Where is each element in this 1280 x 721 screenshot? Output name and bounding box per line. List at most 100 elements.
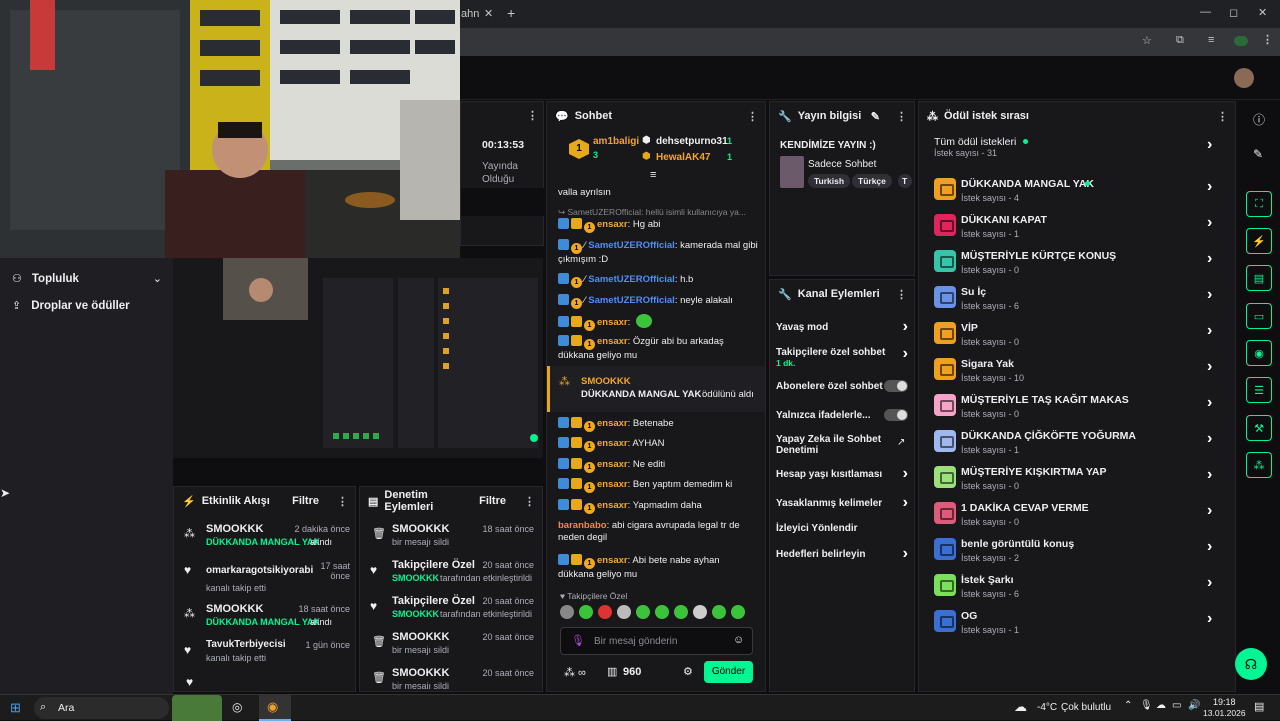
action-ai-moderation[interactable]: Yapay Zeka ile Sohbet Denetimi [776, 434, 888, 456]
reward-item[interactable]: MÜŞTERİYLE TAŞ KAĞIT MAKAS İstek sayısı -… [920, 388, 1230, 424]
rail-button[interactable]: ▤ [1246, 265, 1272, 291]
activity-filter-button[interactable]: Filtre [292, 495, 319, 507]
chat-user[interactable]: ensaxr [597, 219, 628, 230]
category-name[interactable]: Sadece Sohbet [808, 159, 876, 170]
chat-user[interactable]: ensaxr [597, 438, 628, 449]
tag-chip[interactable]: Turkish [808, 174, 851, 188]
reward-item[interactable]: Su İç İstek sayısı - 6 › [920, 280, 1230, 316]
chevron-right-icon[interactable]: › [1207, 394, 1212, 412]
emote-icon[interactable] [655, 605, 669, 619]
extensions-icon[interactable]: ⧉ [1176, 34, 1184, 47]
redeem-user[interactable]: SMOOKKK [581, 376, 631, 387]
activity-user[interactable]: SMOOKKK [206, 523, 263, 535]
chevron-right-icon[interactable]: › [903, 465, 908, 483]
kebab-icon[interactable]: ⋮ [896, 110, 907, 123]
bookmark-star-icon[interactable]: ☆ [1142, 34, 1152, 47]
volume-icon[interactable]: 🔊 [1188, 700, 1200, 711]
chevron-right-icon[interactable]: › [1207, 322, 1212, 340]
rail-button[interactable]: ☰ [1246, 377, 1272, 403]
send-button[interactable]: Gönder [704, 661, 753, 683]
tag-chip[interactable]: T [898, 174, 912, 188]
chat-user[interactable]: ensaxr [597, 459, 628, 470]
microphone-icon[interactable]: 🎙 [1140, 700, 1153, 711]
rail-button[interactable]: ⛶ [1246, 191, 1272, 217]
notification-icon[interactable]: ▤ [1254, 700, 1264, 713]
all-reward-requests[interactable]: Tüm ödül istekleri İstek sayısı - 31 › [934, 136, 1224, 158]
chevron-right-icon[interactable]: › [903, 494, 908, 512]
onedrive-icon[interactable]: ☁ [1156, 700, 1166, 711]
windows-start-icon[interactable]: ⊞ [10, 700, 21, 716]
action-slow-mode[interactable]: Yavaş mod › [776, 318, 910, 335]
taskbar-search-input[interactable]: ⌕ Ara [34, 697, 169, 719]
leaderboard-first-user[interactable]: am1baligi [593, 136, 639, 147]
reward-item[interactable]: DÜKKANDA MANGAL YAK İstek sayısı - 4 › [920, 172, 1230, 208]
info-icon[interactable]: ⓘ [1253, 111, 1265, 128]
edit-pencil-icon[interactable]: ✎ [1253, 147, 1263, 161]
new-tab-icon[interactable]: + [507, 5, 515, 21]
reward-item[interactable]: 1 DAKİKA CEVAP VERME İstek sayısı - 0 › [920, 496, 1230, 532]
help-support-button[interactable]: ☊ [1235, 648, 1267, 680]
reward-item[interactable]: OG İstek sayısı - 1 › [920, 604, 1230, 640]
emote-icon[interactable] [731, 605, 745, 619]
moderation-filter-button[interactable]: Filtre [479, 495, 506, 507]
menu-icon[interactable]: ⋮ [1262, 33, 1273, 46]
chat-user[interactable]: ensaxr [597, 555, 628, 566]
chevron-right-icon[interactable]: › [1207, 574, 1212, 592]
chat-user[interactable]: ensaxr [597, 418, 628, 429]
app-icon[interactable]: ◎ [232, 700, 242, 714]
chevron-right-icon[interactable]: › [1207, 502, 1212, 520]
activity-user[interactable]: TavukTerbiyecisi [206, 639, 286, 650]
activity-user[interactable]: omarkaragotsikiyorabi [206, 565, 313, 576]
kebab-icon[interactable]: ⋮ [747, 110, 758, 123]
maximize-icon[interactable]: ◻ [1229, 6, 1238, 19]
chevron-right-icon[interactable]: › [903, 545, 908, 563]
emoji-icon[interactable]: ☺ [733, 634, 744, 646]
chrome-taskbar-button[interactable]: ◉ [259, 695, 291, 721]
media-icon[interactable]: ≡ [1208, 34, 1214, 46]
chevron-right-icon[interactable]: › [1207, 358, 1212, 376]
rail-button[interactable]: ⚡ [1246, 228, 1272, 254]
chevron-right-icon[interactable]: › [903, 345, 908, 363]
filter-icon[interactable]: ≡ [650, 169, 656, 181]
rail-button[interactable]: ▭ [1246, 303, 1272, 329]
moderation-user[interactable]: SMOOKKK [392, 573, 439, 583]
chevron-right-icon[interactable]: › [1207, 214, 1212, 232]
moderation-title[interactable]: SMOOKKK [392, 631, 449, 643]
reward-item[interactable]: MÜŞTERİYLE KÜRTÇE KONUŞ İstek sayısı - 0 › [920, 244, 1230, 280]
edit-pencil-icon[interactable]: ✎ [871, 110, 880, 123]
emote-icon[interactable] [598, 605, 612, 619]
chevron-right-icon[interactable]: › [1207, 430, 1212, 448]
chat-user[interactable]: baranbabo [558, 520, 607, 531]
chat-user[interactable]: SametUZEROfficial [588, 295, 675, 306]
moderation-user[interactable]: SMOOKKK [392, 609, 439, 619]
toggle-switch[interactable] [884, 409, 908, 421]
sidebar-item-community[interactable]: ⚇ Topluluk ⌄ [12, 272, 162, 286]
taskbar-date[interactable]: 13.01.2026 [1203, 708, 1246, 718]
rail-button[interactable]: ⁂ [1246, 452, 1272, 478]
action-account-age[interactable]: Hesap yaşı kısıtlaması › [776, 465, 910, 483]
chevron-down-icon[interactable]: ⌄ [153, 272, 162, 285]
leaderboard-third-user[interactable]: HewalAK47 [656, 152, 710, 163]
emote-icon[interactable] [712, 605, 726, 619]
channel-points-icon[interactable]: ⁂ ∞ [564, 666, 586, 679]
sidebar-item-drops[interactable]: ⇪ Droplar ve ödüller [12, 299, 130, 313]
action-goals[interactable]: Hedefleri belirleyin › [776, 545, 910, 563]
emote-icon[interactable] [617, 605, 631, 619]
emote-icon[interactable] [636, 605, 650, 619]
action-subscribers-only[interactable]: Abonelere özel sohbet [776, 380, 910, 392]
chat-user[interactable]: SametUZEROfficial [588, 240, 675, 251]
tag-chip[interactable]: Türkçe [852, 174, 892, 188]
tab-title[interactable]: ahn [461, 8, 479, 20]
toggle-switch[interactable] [884, 380, 908, 392]
rail-button[interactable]: ⚒ [1246, 415, 1272, 441]
kebab-icon[interactable]: ⋮ [896, 288, 907, 301]
chevron-right-icon[interactable]: › [1207, 466, 1212, 484]
user-avatar[interactable] [1234, 68, 1254, 88]
network-icon[interactable]: ▭ [1172, 700, 1181, 711]
minimize-icon[interactable]: — [1200, 6, 1211, 18]
chat-user[interactable]: SametUZEROfficial [588, 274, 675, 285]
reward-item[interactable]: DÜKKANDA ÇİĞKÖFTE YOĞURMA İstek sayısı - … [920, 424, 1230, 460]
chat-user[interactable]: ensaxr [597, 336, 628, 347]
chevron-right-icon[interactable]: › [1207, 286, 1212, 304]
kebab-icon[interactable]: ⋮ [527, 109, 538, 122]
